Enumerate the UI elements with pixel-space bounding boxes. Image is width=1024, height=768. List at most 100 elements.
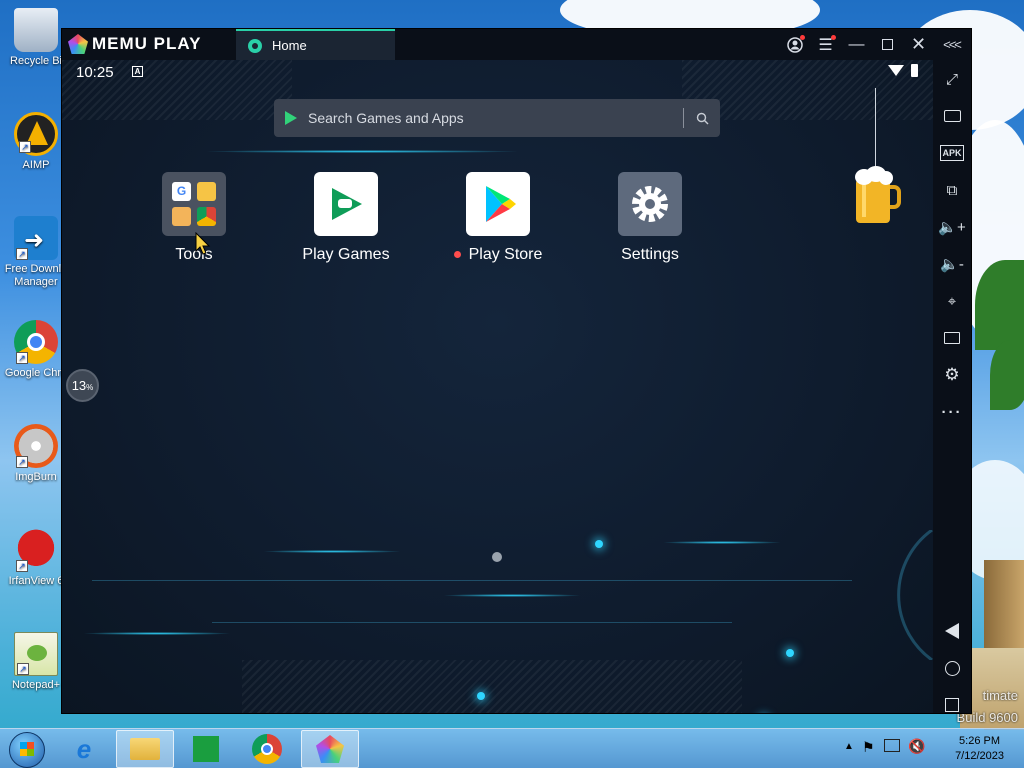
home-tab-icon	[248, 38, 262, 53]
volume-down-icon: 🔈-	[940, 256, 964, 273]
taskbar-clock[interactable]: 5:26 PM 7/12/2023	[955, 734, 1004, 764]
android-screen[interactable]: 10:25 A Search Games and Apps G Tools Pl…	[62, 60, 935, 713]
irfanview-icon: ↗	[14, 528, 58, 572]
desktop-icon-label: Google Chro	[4, 367, 68, 379]
taskbar-memu[interactable]	[301, 730, 359, 768]
app-label: Tools	[175, 246, 213, 263]
windows-logo-icon	[20, 742, 34, 756]
action-center-flag-icon[interactable]: ⚑	[862, 739, 875, 756]
notification-dot	[831, 35, 836, 40]
android-status-bar: 10:25 A	[62, 60, 935, 86]
add-window-icon: ⧉	[946, 181, 958, 199]
shortcut-arrow-icon: ↗	[16, 456, 28, 468]
shortcut-arrow-icon: ↗	[19, 141, 31, 153]
memu-icon	[316, 735, 344, 763]
loading-progress-indicator: 13%	[66, 369, 99, 402]
app-tools[interactable]: G Tools	[139, 172, 249, 264]
fullscreen-icon: ⤢	[945, 70, 958, 88]
notification-dot	[800, 35, 805, 40]
multi-instance-button[interactable]: ⧉	[933, 175, 971, 205]
keyboard-indicator-icon: A	[132, 66, 143, 77]
taskbar-internet-explorer[interactable]: e	[55, 730, 113, 768]
collapse-sidebar-button[interactable]: <<<	[936, 29, 967, 60]
shortcut-arrow-icon: ↗	[16, 560, 28, 572]
keyboard-mapping-button[interactable]	[933, 101, 971, 131]
desktop-icon-notepad-plus[interactable]: ↗ Notepad+	[4, 632, 68, 691]
maximize-icon	[882, 39, 893, 50]
google-icon: G	[172, 182, 191, 201]
settings-button[interactable]: ⚙	[933, 360, 971, 390]
desktop-icon-aimp[interactable]: ↗ AIMP	[4, 112, 68, 171]
clock-time: 5:26 PM	[959, 735, 1001, 747]
memu-titlebar[interactable]: MEMU PLAY Home ☰ — ✕ <<<	[62, 29, 971, 60]
shortcut-arrow-icon: ↗	[16, 352, 28, 364]
app-settings[interactable]: Settings	[595, 172, 705, 264]
minimize-button[interactable]: —	[841, 29, 872, 60]
progress-unit: %	[86, 382, 94, 392]
menu-button[interactable]: ☰	[810, 29, 841, 60]
decorative-arc	[897, 530, 933, 660]
beer-mug-icon	[855, 166, 901, 223]
aimp-icon: ↗	[14, 112, 58, 156]
volume-up-button[interactable]: 🔈+	[933, 212, 971, 242]
file-manager-icon	[172, 207, 191, 226]
desktop-icon-free-download-manager[interactable]: ➜ ↗ Free Downlo Manager	[4, 216, 68, 289]
settings-icon	[618, 172, 682, 236]
taskbar-file-explorer[interactable]	[116, 730, 174, 768]
start-button[interactable]	[9, 732, 45, 768]
desktop-icon-label: Notepad+	[11, 679, 60, 691]
keyboard-icon	[943, 110, 961, 122]
volume-down-button[interactable]: 🔈-	[933, 249, 971, 279]
desktop-icon-recycle-bin[interactable]: Recycle Bi	[4, 8, 68, 67]
recycle-bin-icon	[14, 8, 58, 52]
maximize-button[interactable]	[872, 29, 903, 60]
location-button[interactable]: ⌖	[933, 286, 971, 316]
tab-home-label: Home	[272, 38, 307, 53]
play-games-icon	[314, 172, 378, 236]
desktop-icon-label: IrfanView 6	[8, 575, 64, 587]
play-store-icon	[466, 172, 530, 236]
fullscreen-button[interactable]: ⤢	[933, 64, 971, 94]
free-download-manager-icon: ➜ ↗	[14, 216, 58, 260]
shared-folder-button[interactable]	[933, 323, 971, 353]
circuit-line	[212, 622, 732, 623]
desktop-icon-label: Free Downlo Manager	[4, 263, 68, 288]
location-pin-icon: ⌖	[947, 292, 957, 310]
desktop-icon-imgburn[interactable]: ↗ ImgBurn	[4, 424, 68, 483]
wifi-icon	[888, 65, 904, 76]
app-play-games[interactable]: Play Games	[291, 172, 401, 264]
show-hidden-icons-button[interactable]: ▲	[844, 741, 854, 752]
app-play-store[interactable]: Play Store	[443, 172, 553, 264]
taskbar-store[interactable]	[177, 730, 235, 768]
desktop-icon-label: ImgBurn	[15, 471, 57, 483]
beer-widget[interactable]	[852, 165, 902, 225]
more-options-button[interactable]: ···	[933, 397, 971, 427]
desktop-icon-label: AIMP	[22, 159, 50, 171]
search-bar[interactable]: Search Games and Apps	[274, 99, 720, 137]
android-recents-button[interactable]	[933, 690, 971, 713]
internet-explorer-icon: e	[76, 733, 92, 764]
android-home-button[interactable]	[933, 653, 971, 683]
desktop-icon-google-chrome[interactable]: ↗ Google Chro	[4, 320, 68, 379]
page-indicator-dot	[492, 552, 502, 562]
notepad-plus-icon: ↗	[14, 632, 58, 676]
close-button[interactable]: ✕	[903, 29, 934, 60]
android-back-button[interactable]	[933, 616, 971, 646]
light-streak	[662, 541, 782, 544]
play-store-search-icon	[285, 111, 297, 125]
account-button[interactable]	[779, 29, 810, 60]
memu-brand: MEMU PLAY	[92, 34, 202, 53]
volume-muted-icon[interactable]: 🔇	[908, 738, 925, 755]
tools-folder-icon: G	[162, 172, 226, 236]
recents-square-icon	[945, 698, 959, 712]
network-icon[interactable]	[884, 739, 900, 752]
system-tray: ▲ ⚑ 🔇 5:26 PM 7/12/2023	[834, 729, 1024, 768]
chrome-icon: ↗	[14, 320, 58, 364]
search-button[interactable]	[684, 99, 720, 137]
desktop-icon-irfanview[interactable]: ↗ IrfanView 6	[4, 528, 68, 587]
windows-taskbar: e ▲ ⚑ 🔇 5:26 PM 7/12/2023	[0, 728, 1024, 768]
taskbar-chrome[interactable]	[238, 730, 296, 768]
install-apk-button[interactable]: APK	[933, 138, 971, 168]
light-streak	[202, 150, 522, 153]
tab-home[interactable]: Home	[236, 29, 395, 60]
